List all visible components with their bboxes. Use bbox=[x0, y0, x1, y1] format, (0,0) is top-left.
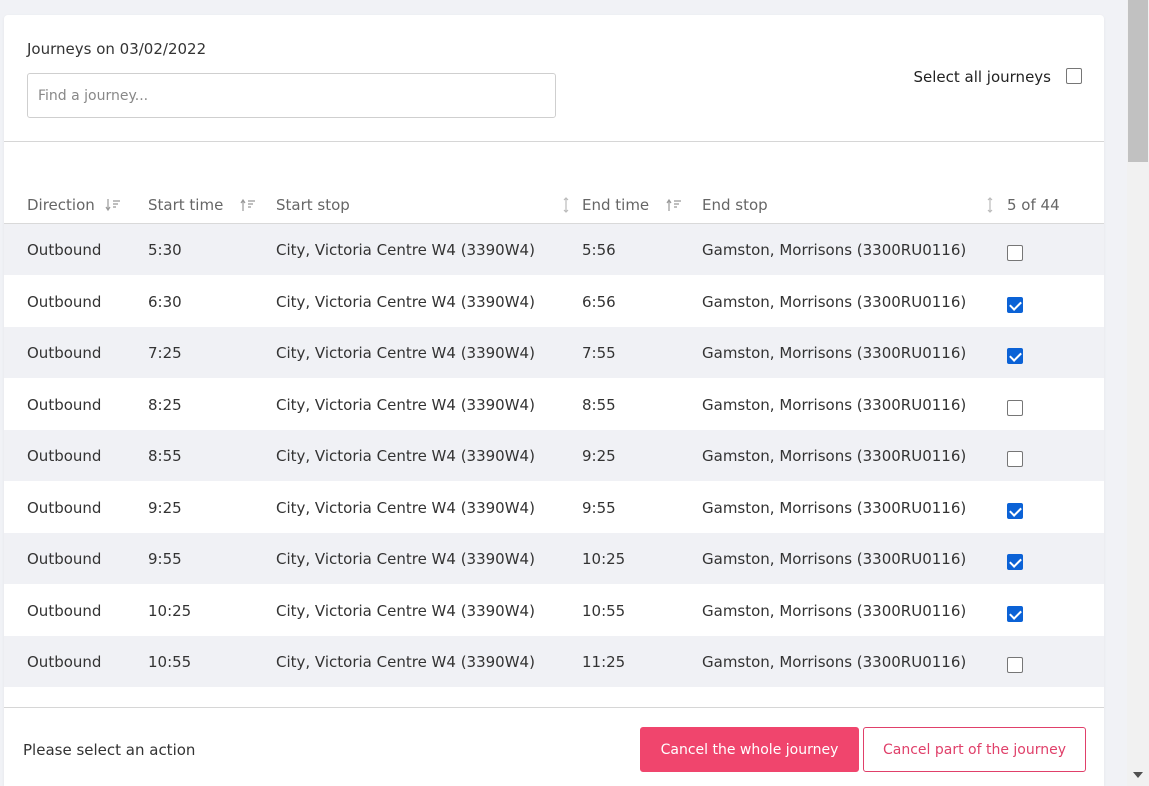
cell-start-stop: City, Victoria Centre W4 (3390W4) bbox=[276, 601, 535, 620]
column-header-end-stop[interactable]: End stop bbox=[702, 196, 993, 214]
table-row[interactable]: Outbound 6:30 City, Victoria Centre W4 (33… bbox=[4, 276, 1104, 327]
cell-end-stop: Gamston, Morrisons (3300RU0116) bbox=[702, 395, 967, 414]
cell-start-time: 8:25 bbox=[148, 395, 182, 414]
row-select-checkbox[interactable] bbox=[1007, 296, 1023, 313]
scroll-down-arrow-icon[interactable] bbox=[1133, 772, 1143, 778]
row-select-checkbox[interactable] bbox=[1007, 245, 1023, 261]
status-text: Please select an action bbox=[23, 741, 196, 759]
column-header-end-time[interactable]: End time bbox=[582, 196, 682, 214]
cell-start-time: 10:25 bbox=[148, 601, 192, 620]
table-row[interactable]: Outbound 10:25 City, Victoria Centre W4 (3… bbox=[4, 585, 1104, 636]
cell-end-time: 7:55 bbox=[582, 344, 616, 362]
cancel-part-journey-button[interactable]: Cancel part of the journey bbox=[863, 727, 1086, 772]
cell-end-time: 5:56 bbox=[582, 241, 616, 259]
row-select-checkbox[interactable] bbox=[1007, 554, 1023, 570]
table-row[interactable]: Outbound 10:55 City, Victoria Centre W4 (3… bbox=[4, 636, 1104, 687]
row-select-checkbox[interactable] bbox=[1007, 502, 1023, 519]
table-body: Outbound 5:30 City, Victoria Centre W4 (33… bbox=[4, 224, 1104, 708]
column-header-start-stop[interactable]: Start stop bbox=[276, 196, 569, 214]
cell-end-time: 9:55 bbox=[582, 498, 616, 517]
cell-end-stop: Gamston, Morrisons (3300RU0116) bbox=[702, 550, 967, 568]
cell-start-stop: City, Victoria Centre W4 (3390W4) bbox=[276, 241, 535, 259]
cell-start-stop: City, Victoria Centre W4 (3390W4) bbox=[276, 653, 535, 671]
column-label: End stop bbox=[702, 196, 768, 214]
table-row[interactable]: Outbound11:25City, Victoria Centre W4 (3… bbox=[4, 688, 1104, 709]
cell-end-time: 10:55 bbox=[582, 601, 626, 620]
cell-end-time: 8:55 bbox=[582, 395, 616, 414]
column-label: Start time bbox=[148, 196, 224, 214]
scrollbar-thumb[interactable] bbox=[1128, 0, 1148, 162]
cell-start-stop: City, Victoria Centre W4 (3390W4) bbox=[276, 550, 535, 568]
cell-direction: Outbound bbox=[27, 292, 102, 311]
cell-end-stop: Gamston, Morrisons (3300RU0116) bbox=[702, 498, 967, 517]
column-label: Start stop bbox=[276, 196, 350, 214]
action-footer: Please select an action Cancel the whole… bbox=[4, 707, 1104, 786]
cell-start-time: 5:30 bbox=[148, 241, 182, 259]
select-all-checkbox[interactable] bbox=[1066, 67, 1082, 84]
cell-end-stop: Gamston, Morrisons (3300RU0116) bbox=[702, 653, 967, 671]
cell-end-time: 11:25 bbox=[582, 653, 626, 671]
journeys-panel: Journeys on 03/02/2022 Select all journe… bbox=[4, 15, 1104, 786]
page-title: Journeys on 03/02/2022 bbox=[27, 40, 207, 58]
cell-start-stop: City, Victoria Centre W4 (3390W4) bbox=[276, 344, 535, 362]
column-label: End time bbox=[582, 196, 650, 214]
select-all-control[interactable]: Select all journeys bbox=[913, 65, 1082, 86]
cell-end-stop: Gamston, Morrisons (3300RU0116) bbox=[702, 344, 967, 362]
select-all-label: Select all journeys bbox=[913, 68, 1051, 86]
column-label: Direction bbox=[27, 196, 95, 214]
cell-start-stop: City, Victoria Centre W4 (3390W4) bbox=[276, 447, 535, 465]
search-input[interactable] bbox=[27, 73, 556, 118]
cell-start-stop: City, Victoria Centre W4 (3390W4) bbox=[276, 292, 535, 311]
sort-ascending-icon[interactable] bbox=[666, 197, 682, 213]
row-select-checkbox[interactable] bbox=[1007, 348, 1023, 364]
cell-direction: Outbound bbox=[27, 241, 102, 259]
cell-direction: Outbound bbox=[27, 498, 102, 517]
cell-end-stop: Gamston, Morrisons (3300RU0116) bbox=[702, 292, 967, 311]
cell-start-time: 9:25 bbox=[148, 498, 182, 517]
row-select-checkbox[interactable] bbox=[1007, 399, 1023, 416]
sort-unsorted-icon[interactable] bbox=[982, 197, 998, 213]
page-scrollbar[interactable] bbox=[1127, 0, 1149, 786]
cancel-whole-journey-button[interactable]: Cancel the whole journey bbox=[640, 727, 859, 772]
panel-header: Journeys on 03/02/2022 Select all journe… bbox=[4, 15, 1104, 142]
cell-start-stop: City, Victoria Centre W4 (3390W4) bbox=[276, 498, 535, 517]
table-header: Direction Start time Start stop End time… bbox=[4, 169, 1104, 224]
cell-end-time: 9:25 bbox=[582, 447, 616, 465]
cell-end-stop: Gamston, Morrisons (3300RU0116) bbox=[702, 241, 967, 259]
cell-start-stop: City, Victoria Centre W4 (3390W4) bbox=[276, 395, 535, 414]
row-select-checkbox[interactable] bbox=[1007, 657, 1023, 673]
cell-start-time: 10:55 bbox=[148, 653, 192, 671]
cell-direction: Outbound bbox=[27, 601, 102, 620]
table-row[interactable]: Outbound 7:25 City, Victoria Centre W4 (33… bbox=[4, 327, 1104, 378]
column-header-direction[interactable]: Direction bbox=[27, 196, 121, 214]
row-select-checkbox[interactable] bbox=[1007, 605, 1023, 622]
sort-descending-icon[interactable] bbox=[105, 197, 121, 213]
table-row[interactable]: Outbound 9:55 City, Victoria Centre W4 (33… bbox=[4, 533, 1104, 584]
cell-start-time: 7:25 bbox=[148, 344, 182, 362]
cell-start-time: 9:55 bbox=[148, 550, 182, 568]
sort-ascending-icon[interactable] bbox=[240, 197, 256, 213]
cell-direction: Outbound bbox=[27, 653, 102, 671]
cell-direction: Outbound bbox=[27, 447, 102, 465]
cell-end-time: 10:25 bbox=[582, 550, 626, 568]
table-row[interactable]: Outbound 5:30 City, Victoria Centre W4 (33… bbox=[4, 224, 1104, 275]
cell-start-time: 8:55 bbox=[148, 447, 182, 465]
cell-start-time: 6:30 bbox=[148, 292, 182, 311]
cell-end-stop: Gamston, Morrisons (3300RU0116) bbox=[702, 447, 967, 465]
cell-direction: Outbound bbox=[27, 550, 102, 568]
table-row[interactable]: Outbound 8:55 City, Victoria Centre W4 (33… bbox=[4, 430, 1104, 481]
row-select-checkbox[interactable] bbox=[1007, 451, 1023, 467]
sort-unsorted-icon[interactable] bbox=[558, 197, 574, 213]
table-row[interactable]: Outbound 8:25 City, Victoria Centre W4 (33… bbox=[4, 379, 1104, 430]
column-header-start-time[interactable]: Start time bbox=[148, 196, 256, 214]
cell-direction: Outbound bbox=[27, 395, 102, 414]
cell-end-time: 6:56 bbox=[582, 292, 616, 311]
cell-direction: Outbound bbox=[27, 344, 102, 362]
cell-end-stop: Gamston, Morrisons (3300RU0116) bbox=[702, 601, 967, 620]
selected-count: 5 of 44 bbox=[1007, 196, 1060, 214]
table-row[interactable]: Outbound 9:25 City, Victoria Centre W4 (33… bbox=[4, 482, 1104, 533]
